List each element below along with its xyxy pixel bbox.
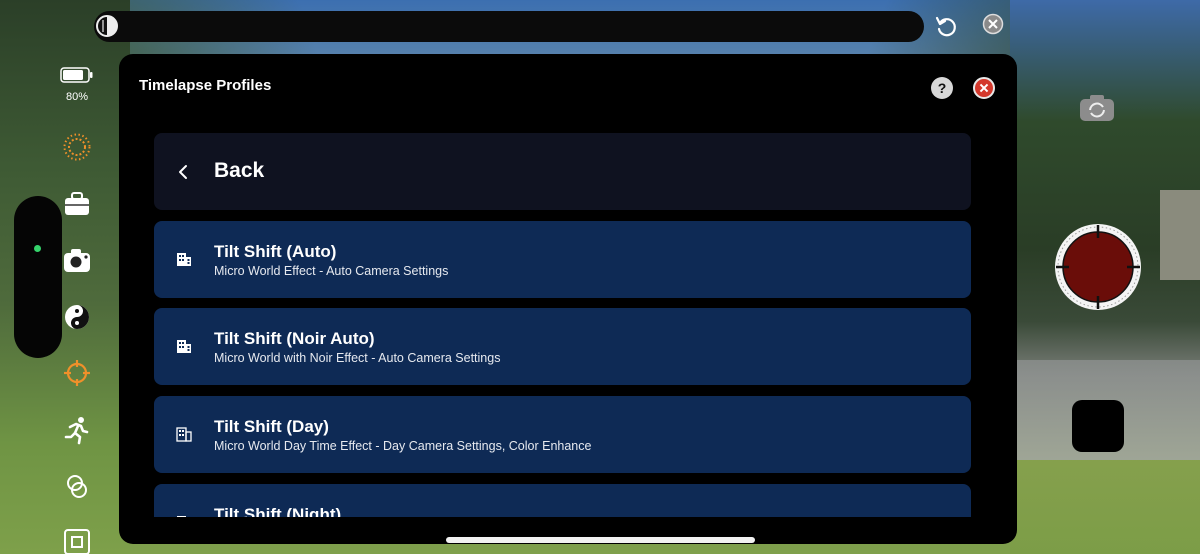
- profile-item[interactable]: Tilt Shift (Day) Micro World Day Time Ef…: [154, 396, 971, 473]
- status-indicator-dot: [34, 245, 41, 252]
- focus-target-icon[interactable]: [62, 358, 92, 388]
- profile-subtitle: Micro World Effect - Auto Camera Setting…: [214, 264, 449, 278]
- briefcase-icon[interactable]: [62, 189, 92, 219]
- exposure-sun-icon[interactable]: [62, 132, 92, 162]
- building-icon: [176, 427, 192, 442]
- back-button[interactable]: Back: [154, 133, 971, 210]
- building-icon: [177, 253, 191, 266]
- modal-close-button[interactable]: [973, 77, 995, 99]
- profile-subtitle: Micro World Day Time Effect - Day Camera…: [214, 439, 592, 453]
- help-button[interactable]: ?: [931, 77, 953, 99]
- background-building: [1160, 190, 1200, 280]
- building-icon: [177, 340, 191, 353]
- overlap-circles-icon[interactable]: [62, 472, 92, 502]
- timelapse-profiles-modal: Timelapse Profiles ? Back Tilt Shift (Au…: [119, 54, 1017, 544]
- undo-icon[interactable]: [934, 14, 958, 38]
- profile-title: Tilt Shift (Day): [214, 417, 329, 436]
- last-capture-thumbnail[interactable]: [1072, 400, 1124, 452]
- back-label: Back: [214, 159, 265, 182]
- chevron-left-icon: [179, 165, 187, 179]
- camera-settings-icon[interactable]: [62, 246, 92, 276]
- shutter-button[interactable]: [1053, 222, 1143, 312]
- contrast-icon[interactable]: [95, 14, 119, 38]
- profile-title: Tilt Shift (Night): [214, 505, 342, 517]
- flip-camera-icon[interactable]: [1078, 93, 1116, 123]
- grid-focus-icon[interactable]: [62, 527, 92, 554]
- top-bar: [94, 11, 924, 42]
- yin-yang-filter-icon[interactable]: [62, 302, 92, 332]
- modal-title: Timelapse Profiles: [139, 77, 272, 94]
- profile-item[interactable]: Tilt Shift (Night): [154, 484, 971, 517]
- zoom-slider-track[interactable]: [14, 196, 62, 358]
- battery-icon: [60, 67, 93, 83]
- close-icon[interactable]: [982, 13, 1004, 35]
- battery-percent-label: 80%: [65, 91, 89, 103]
- running-person-icon[interactable]: [62, 415, 92, 445]
- profile-title: Tilt Shift (Noir Auto): [214, 329, 375, 348]
- building-icon: [177, 516, 186, 517]
- profile-title: Tilt Shift (Auto): [214, 242, 337, 261]
- profile-item[interactable]: Tilt Shift (Noir Auto) Micro World with …: [154, 308, 971, 385]
- home-indicator[interactable]: [446, 537, 755, 543]
- profile-subtitle: Micro World with Noir Effect - Auto Came…: [214, 351, 501, 365]
- profiles-list[interactable]: Back Tilt Shift (Auto) Micro World Effec…: [154, 133, 971, 517]
- profile-item[interactable]: Tilt Shift (Auto) Micro World Effect - A…: [154, 221, 971, 298]
